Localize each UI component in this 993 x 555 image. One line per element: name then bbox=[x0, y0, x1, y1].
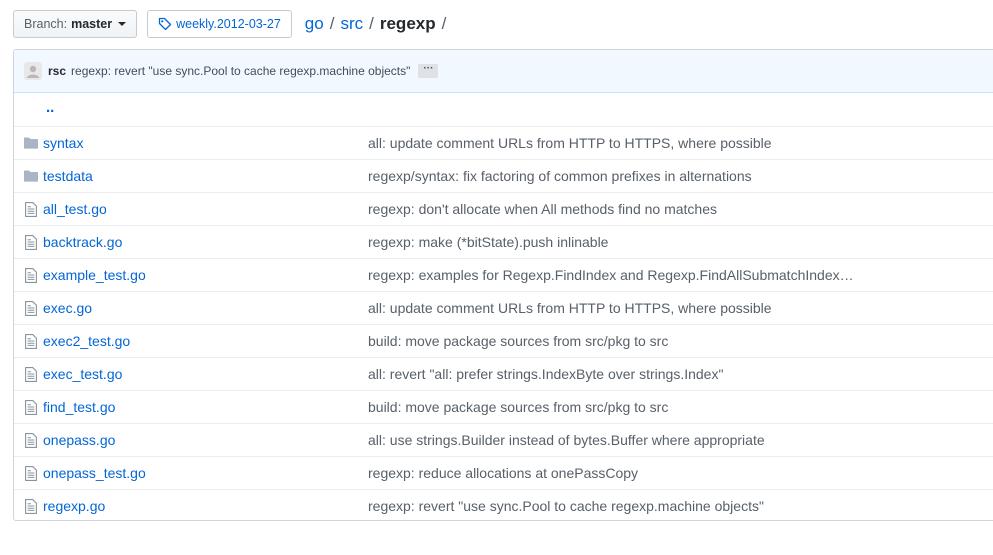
avatar-icon bbox=[27, 65, 39, 78]
file-icon bbox=[24, 399, 38, 415]
commit-message-link[interactable]: all: update comment URLs from HTTP to HT… bbox=[368, 135, 772, 151]
commit-message-link[interactable]: regexp: make (*bitState).push inlinable bbox=[368, 234, 608, 250]
breadcrumb-separator: / bbox=[329, 14, 335, 33]
tag-label: weekly.2012-03-27 bbox=[176, 17, 281, 31]
file-icon bbox=[24, 201, 38, 217]
commit-message-link[interactable]: all: update comment URLs from HTTP to HT… bbox=[368, 300, 772, 316]
file-icon bbox=[24, 300, 38, 316]
commit-message-link[interactable]: regexp: don't allocate when All methods … bbox=[368, 201, 717, 217]
file-icon bbox=[24, 333, 38, 349]
commit-message-link[interactable]: all: revert "all: prefer strings.IndexBy… bbox=[368, 366, 723, 382]
file-row[interactable]: backtrack.go regexp: make (*bitState).pus… bbox=[14, 225, 993, 258]
commit-message-link[interactable]: regexp/syntax: fix factoring of common p… bbox=[368, 168, 752, 184]
file-name-link[interactable]: exec_test.go bbox=[43, 366, 122, 382]
file-name-link[interactable]: example_test.go bbox=[43, 267, 146, 283]
file-row[interactable]: syntax all: update comment URLs from HTTP… bbox=[14, 126, 993, 159]
file-row[interactable]: example_test.go regexp: examples for Rege… bbox=[14, 258, 993, 291]
commit-message-link[interactable]: regexp: revert "use sync.Pool to cache r… bbox=[368, 498, 764, 514]
breadcrumb-current: regexp bbox=[379, 14, 436, 33]
branch-label: Branch: bbox=[24, 17, 68, 31]
file-name-link[interactable]: exec.go bbox=[43, 300, 92, 316]
branch-value: master bbox=[71, 17, 113, 31]
top-bar: Branch: master weekly.2012-03-27 go / sr… bbox=[13, 9, 452, 39]
folder-icon bbox=[24, 135, 38, 151]
branch-select-button[interactable]: Branch: master bbox=[13, 10, 138, 38]
file-name-link[interactable]: all_test.go bbox=[43, 201, 107, 217]
commit-message-link[interactable]: build: move package sources from src/pkg… bbox=[368, 333, 668, 349]
commit-message[interactable]: regexp: revert "use sync.Pool to cache r… bbox=[71, 64, 410, 78]
file-name-link[interactable]: testdata bbox=[43, 168, 93, 184]
latest-commit-bar: rsc regexp: revert "use sync.Pool to cac… bbox=[14, 50, 993, 93]
file-icon bbox=[24, 432, 38, 448]
avatar[interactable] bbox=[24, 62, 42, 80]
breadcrumb-go[interactable]: go bbox=[305, 14, 324, 34]
file-icon bbox=[24, 267, 38, 283]
file-row[interactable]: exec.go all: update comment URLs from HTT… bbox=[14, 291, 993, 324]
parent-directory-link[interactable]: .. bbox=[46, 99, 54, 116]
file-icon bbox=[24, 498, 38, 514]
file-row[interactable]: regexp.go regexp: revert "use sync.Pool t… bbox=[14, 489, 993, 520]
breadcrumb-src[interactable]: src bbox=[340, 14, 363, 34]
file-name-link[interactable]: regexp.go bbox=[43, 498, 105, 514]
file-name-link[interactable]: onepass_test.go bbox=[43, 465, 146, 481]
file-row[interactable]: find_test.go build: move package sources … bbox=[14, 390, 993, 423]
commit-author[interactable]: rsc bbox=[48, 64, 66, 78]
tag-icon bbox=[158, 17, 172, 31]
file-row[interactable]: onepass.go all: use strings.Builder inste… bbox=[14, 423, 993, 456]
file-row[interactable]: testdata regexp/syntax: fix factoring of … bbox=[14, 159, 993, 192]
commit-message-link[interactable]: regexp: examples for Regexp.FindIndex an… bbox=[368, 267, 854, 283]
file-name-link[interactable]: find_test.go bbox=[43, 399, 115, 415]
commit-message-link[interactable]: build: move package sources from src/pkg… bbox=[368, 399, 668, 415]
file-row[interactable]: exec_test.go all: revert "all: prefer str… bbox=[14, 357, 993, 390]
file-icon bbox=[24, 234, 38, 250]
file-browser: rsc regexp: revert "use sync.Pool to cac… bbox=[13, 49, 993, 521]
file-name-link[interactable]: onepass.go bbox=[43, 432, 115, 448]
parent-directory-row[interactable]: .. bbox=[14, 93, 993, 126]
file-name-link[interactable]: backtrack.go bbox=[43, 234, 122, 250]
commit-message-link[interactable]: regexp: reduce allocations at onePassCop… bbox=[368, 465, 638, 481]
commit-message-link[interactable]: all: use strings.Builder instead of byte… bbox=[368, 432, 765, 448]
caret-down-icon bbox=[118, 22, 127, 26]
file-icon bbox=[24, 366, 38, 382]
breadcrumb-separator: / bbox=[369, 14, 374, 33]
file-name-link[interactable]: exec2_test.go bbox=[43, 333, 130, 349]
file-row[interactable]: all_test.go regexp: don't allocate when A… bbox=[14, 192, 993, 225]
breadcrumb-separator: / bbox=[441, 14, 447, 33]
file-icon bbox=[24, 465, 38, 481]
expand-commit-button[interactable]: ··· bbox=[418, 64, 439, 78]
folder-icon bbox=[24, 168, 38, 184]
file-row[interactable]: onepass_test.go regexp: reduce allocation… bbox=[14, 456, 993, 489]
file-list: syntax all: update comment URLs from HTTP… bbox=[14, 126, 993, 520]
breadcrumb: go / src / regexp / bbox=[305, 14, 453, 34]
file-row[interactable]: exec2_test.go build: move package sources… bbox=[14, 324, 993, 357]
tag-button[interactable]: weekly.2012-03-27 bbox=[147, 10, 292, 38]
file-name-link[interactable]: syntax bbox=[43, 135, 83, 151]
